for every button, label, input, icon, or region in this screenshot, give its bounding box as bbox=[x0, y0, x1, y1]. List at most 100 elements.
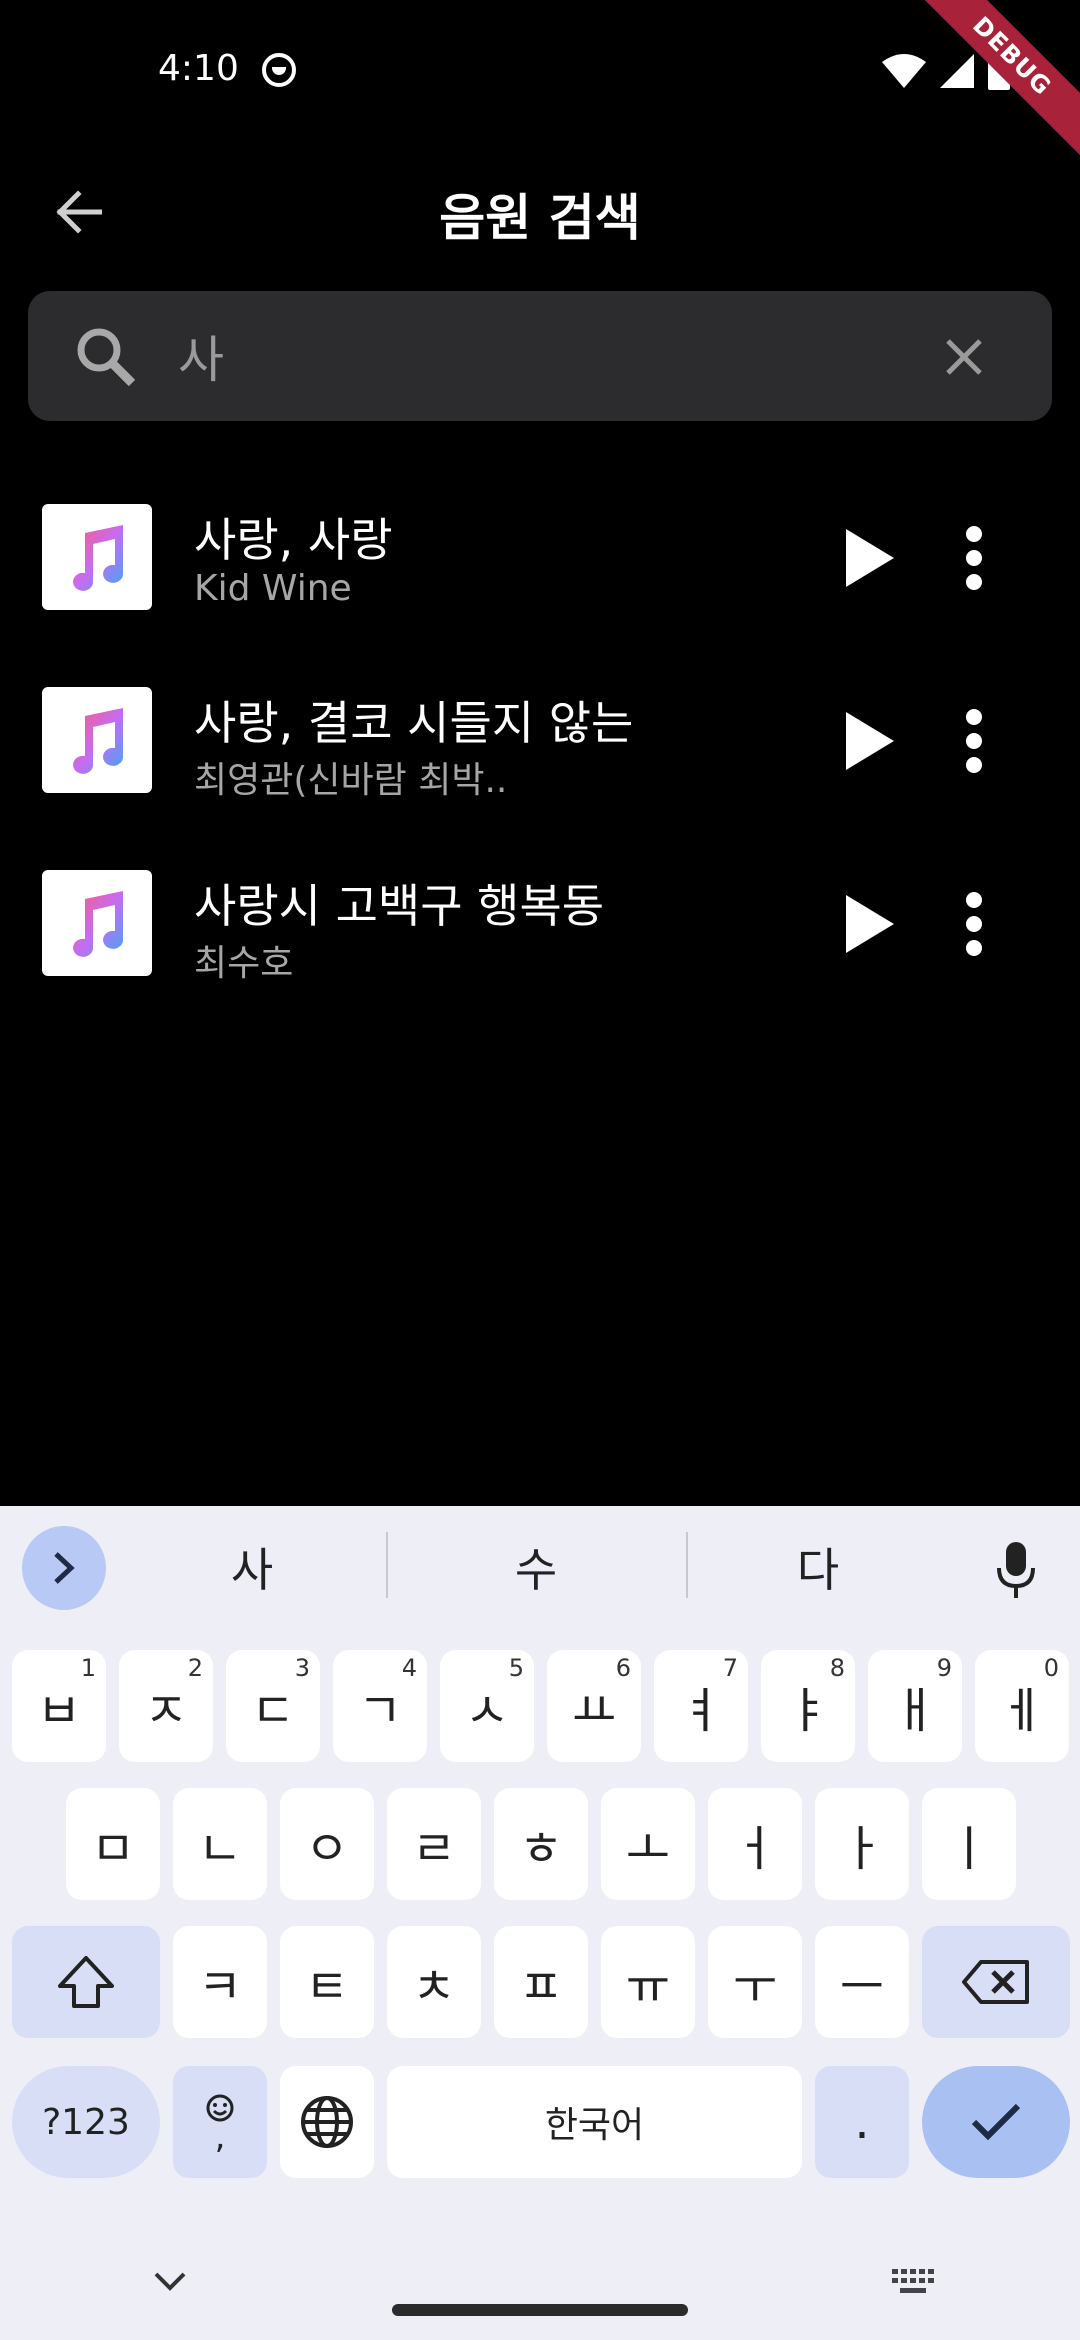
key-hint: 3 bbox=[294, 1654, 310, 1682]
play-button[interactable] bbox=[830, 884, 910, 964]
list-item[interactable]: 사랑시 고백구 행복동 최수호 bbox=[0, 846, 1080, 996]
key-label: ㅈ bbox=[143, 1683, 189, 1739]
key[interactable]: ㅋ bbox=[173, 1926, 267, 2038]
key-hint: 5 bbox=[508, 1654, 524, 1682]
space-label: 한국어 bbox=[544, 2105, 645, 2146]
page-title: 음원 검색 bbox=[439, 189, 641, 247]
key-label: ㅂ bbox=[36, 1683, 82, 1739]
play-icon bbox=[846, 895, 894, 953]
backspace-key[interactable] bbox=[922, 1926, 1070, 2038]
song-title: 사랑, 결코 시들지 않는 bbox=[194, 696, 634, 750]
key-hint: 9 bbox=[936, 1654, 952, 1682]
song-artist: 최수호 bbox=[194, 943, 294, 984]
key-label: ㅕ bbox=[678, 1683, 724, 1739]
play-button[interactable] bbox=[830, 518, 910, 598]
song-artist: Kid Wine bbox=[194, 568, 352, 609]
hide-keyboard-button[interactable] bbox=[150, 2262, 190, 2302]
key[interactable]: ㅑ8 bbox=[761, 1650, 855, 1762]
chevron-right-icon bbox=[54, 1552, 75, 1584]
globe-icon bbox=[301, 2096, 353, 2148]
key-hint: 6 bbox=[615, 1654, 631, 1682]
key[interactable]: ㅕ7 bbox=[654, 1650, 748, 1762]
enter-key[interactable] bbox=[922, 2066, 1070, 2178]
voice-input-button[interactable] bbox=[984, 1530, 1048, 1610]
suggestion-2[interactable]: 수 bbox=[436, 1534, 636, 1600]
album-art bbox=[42, 870, 152, 976]
key-hint: 2 bbox=[187, 1654, 203, 1682]
key[interactable]: ㅗ bbox=[601, 1788, 695, 1900]
key[interactable]: ㅁ bbox=[66, 1788, 160, 1900]
emoji-comma-key[interactable]: , bbox=[173, 2066, 267, 2178]
more-options-button[interactable] bbox=[946, 701, 1002, 781]
space-key[interactable]: 한국어 bbox=[387, 2066, 802, 2178]
navigation-bar bbox=[0, 2246, 1080, 2340]
key[interactable]: ㅇ bbox=[280, 1788, 374, 1900]
song-title: 사랑시 고백구 행복동 bbox=[194, 879, 605, 933]
suggestion-1[interactable]: 사 bbox=[152, 1534, 352, 1600]
list-item[interactable]: 사랑, 사랑 Kid Wine bbox=[0, 480, 1080, 630]
key[interactable]: ㅐ9 bbox=[868, 1650, 962, 1762]
signal-icon bbox=[940, 54, 974, 88]
music-note-icon bbox=[73, 708, 124, 774]
key[interactable]: ㅈ2 bbox=[119, 1650, 213, 1762]
key[interactable]: ㄴ bbox=[173, 1788, 267, 1900]
more-options-button[interactable] bbox=[946, 884, 1002, 964]
key[interactable]: ㅅ5 bbox=[440, 1650, 534, 1762]
key[interactable]: ㅡ bbox=[815, 1926, 909, 2038]
switch-keyboard-button[interactable] bbox=[890, 2262, 936, 2302]
check-icon bbox=[971, 2103, 1021, 2141]
backspace-icon bbox=[962, 1960, 1029, 2004]
clear-search-button[interactable] bbox=[936, 329, 992, 385]
album-art bbox=[42, 504, 152, 610]
key-label: ㅐ bbox=[892, 1683, 938, 1739]
key-hint: 1 bbox=[80, 1654, 96, 1682]
more-options-button[interactable] bbox=[946, 518, 1002, 598]
suggestion-3[interactable]: 다 bbox=[718, 1534, 918, 1600]
key[interactable]: ㅔ0 bbox=[975, 1650, 1069, 1762]
key-hint: 7 bbox=[722, 1654, 738, 1682]
key-hint: 0 bbox=[1043, 1654, 1059, 1682]
key-hint: 8 bbox=[829, 1654, 845, 1682]
key[interactable]: ㅂ1 bbox=[12, 1650, 106, 1762]
chevron-down-icon bbox=[154, 2272, 186, 2291]
song-title: 사랑, 사랑 bbox=[194, 513, 393, 567]
key[interactable]: ㅛ6 bbox=[547, 1650, 641, 1762]
key[interactable]: ㅌ bbox=[280, 1926, 374, 2038]
status-bar: 4:10 DEBUG bbox=[0, 0, 1080, 164]
symbols-key[interactable]: ?123 bbox=[12, 2066, 160, 2178]
shift-key[interactable] bbox=[12, 1926, 160, 2038]
key[interactable]: ㅍ bbox=[494, 1926, 588, 2038]
language-key[interactable] bbox=[280, 2066, 374, 2178]
key-label: ㅛ bbox=[571, 1683, 617, 1739]
key[interactable]: ㅏ bbox=[815, 1788, 909, 1900]
key-label: ㄱ bbox=[357, 1683, 403, 1739]
search-input[interactable] bbox=[178, 313, 898, 399]
music-note-icon bbox=[73, 891, 124, 957]
play-icon bbox=[846, 712, 894, 770]
song-artist: 최영관(신바람 최박.. bbox=[194, 760, 508, 801]
more-vert-icon bbox=[966, 709, 982, 773]
home-indicator[interactable] bbox=[392, 2304, 688, 2316]
list-item[interactable]: 사랑, 결코 시들지 않는 최영관(신바람 최박.. bbox=[0, 663, 1080, 813]
keyboard-icon bbox=[892, 2269, 934, 2293]
key[interactable]: ㅊ bbox=[387, 1926, 481, 2038]
key[interactable]: ㅎ bbox=[494, 1788, 588, 1900]
more-vert-icon bbox=[966, 892, 982, 956]
key[interactable]: ㄹ bbox=[387, 1788, 481, 1900]
key[interactable]: ㅓ bbox=[708, 1788, 802, 1900]
comma-label: , bbox=[214, 2117, 226, 2157]
key-label: ㅅ bbox=[464, 1683, 510, 1739]
search-bar[interactable] bbox=[28, 291, 1052, 421]
key[interactable]: ㄷ3 bbox=[226, 1650, 320, 1762]
app-bar: 음원 검색 bbox=[0, 150, 1080, 274]
period-key[interactable]: . bbox=[815, 2066, 909, 2178]
suggestion-divider bbox=[686, 1532, 688, 1598]
key[interactable]: ㄱ4 bbox=[333, 1650, 427, 1762]
key[interactable]: ㅠ bbox=[601, 1926, 695, 2038]
play-button[interactable] bbox=[830, 701, 910, 781]
key[interactable]: ㅜ bbox=[708, 1926, 802, 2038]
key-label: ㅑ bbox=[785, 1683, 831, 1739]
toolbar-expand-button[interactable] bbox=[22, 1526, 106, 1610]
key[interactable]: ㅣ bbox=[922, 1788, 1016, 1900]
key-label: ㄷ bbox=[250, 1683, 296, 1739]
